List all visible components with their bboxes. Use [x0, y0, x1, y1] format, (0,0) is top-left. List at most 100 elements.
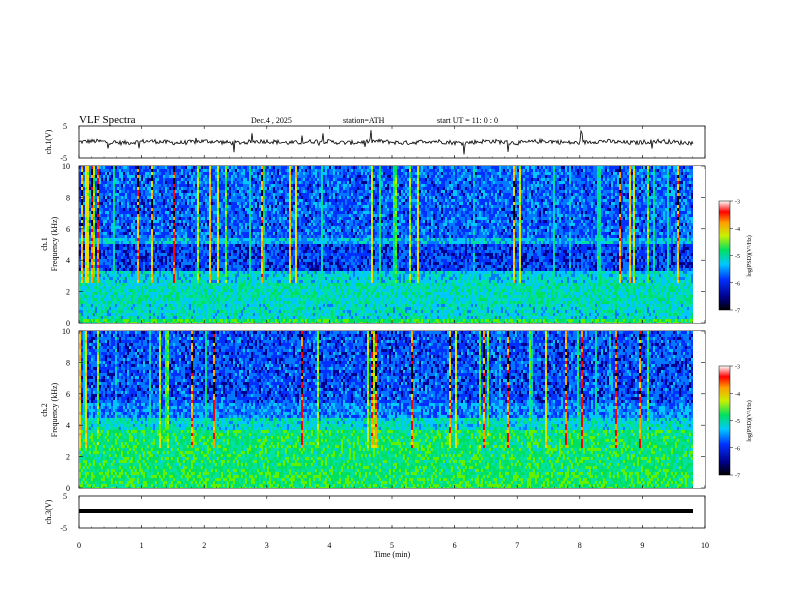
- spec-cell: [321, 211, 323, 214]
- spec-cell: [101, 205, 103, 208]
- spec-cell: [85, 211, 87, 214]
- spec-cell: [645, 202, 647, 205]
- spec-cell: [477, 184, 479, 187]
- spec-cell: [527, 190, 529, 193]
- spec-cell: [273, 208, 275, 211]
- spec-cell: [475, 193, 477, 196]
- spec-cell: [283, 187, 285, 190]
- spec-cell: [575, 187, 577, 190]
- spec-cell: [89, 196, 91, 199]
- spec-cell: [191, 166, 193, 169]
- spec-cell: [385, 178, 387, 181]
- spec-cell: [295, 190, 297, 193]
- spec-cell: [125, 175, 127, 178]
- spec-cell: [553, 187, 555, 190]
- spec-cell: [473, 211, 475, 214]
- spec-cell: [571, 181, 573, 184]
- spec-cell: [587, 178, 589, 181]
- spec-cell: [555, 205, 557, 208]
- spec-cell: [417, 196, 419, 199]
- spec-cell: [461, 166, 463, 169]
- spec-cell: [151, 199, 153, 202]
- spec-cell: [519, 205, 521, 208]
- spec-cell: [441, 178, 443, 181]
- spec-cell: [313, 184, 315, 187]
- spec-cell: [229, 187, 231, 190]
- spec-cell: [447, 169, 449, 172]
- spec-cell: [525, 178, 527, 181]
- spec-cell: [315, 187, 317, 190]
- spec-cell: [269, 166, 271, 169]
- spec-cell: [373, 196, 375, 199]
- spec-cell: [531, 211, 533, 214]
- spec-cell: [237, 166, 239, 169]
- spec-cell: [387, 193, 389, 196]
- spec-cell: [297, 202, 299, 205]
- spec-cell: [647, 193, 649, 196]
- spec-cell: [141, 178, 143, 181]
- spec-cell: [497, 175, 499, 178]
- spec-cell: [555, 169, 557, 172]
- spec-cell: [281, 181, 283, 184]
- spec-cell: [463, 175, 465, 178]
- spec-cell: [553, 172, 555, 175]
- spec-cell: [351, 172, 353, 175]
- spec-cell: [121, 199, 123, 202]
- spec-cell: [207, 172, 209, 175]
- spec-cell: [353, 178, 355, 181]
- spec-cell: [205, 196, 207, 199]
- spec-cell: [121, 178, 123, 181]
- spec-cell: [105, 172, 107, 175]
- spec-cell: [295, 202, 297, 205]
- spec-cell: [661, 172, 663, 175]
- spec-cell: [165, 193, 167, 196]
- spec-cell: [205, 202, 207, 205]
- spec-cell: [681, 166, 683, 169]
- spec-cell: [351, 190, 353, 193]
- spec-cell: [389, 181, 391, 184]
- spec-cell: [547, 181, 549, 184]
- spec-cell: [203, 202, 205, 205]
- spec-cell: [371, 193, 373, 196]
- spec-cell: [451, 211, 453, 214]
- spec-cell: [389, 166, 391, 169]
- spec-cell: [199, 166, 201, 169]
- spec-cell: [475, 199, 477, 202]
- spec-cell: [567, 193, 569, 196]
- spec-cell: [357, 211, 359, 214]
- spec-cell: [433, 202, 435, 205]
- spec-cell: [217, 190, 219, 193]
- spec-cell: [417, 187, 419, 190]
- spec-cell: [113, 169, 115, 172]
- spec-cell: [457, 208, 459, 211]
- spec-cell: [473, 184, 475, 187]
- spec-cell: [495, 172, 497, 175]
- spec-cell: [435, 178, 437, 181]
- spec-cell: [671, 184, 673, 187]
- spec-cell: [673, 181, 675, 184]
- spec-cell: [151, 172, 153, 175]
- spec-cell: [117, 202, 119, 205]
- spec-cell: [103, 211, 105, 214]
- spec-cell: [557, 211, 559, 214]
- spec-cell: [289, 208, 291, 211]
- spec-cell: [585, 175, 587, 178]
- spec-cell: [559, 208, 561, 211]
- spec-cell: [191, 193, 193, 196]
- spec-cell: [493, 178, 495, 181]
- spec-cell: [459, 175, 461, 178]
- spec-cell: [523, 193, 525, 196]
- spec-cell: [583, 208, 585, 211]
- spec-cell: [467, 175, 469, 178]
- spec-cell: [343, 199, 345, 202]
- spec-cell: [687, 181, 689, 184]
- spec-cell: [471, 190, 473, 193]
- spec-cell: [637, 208, 639, 211]
- spec-cell: [389, 208, 391, 211]
- spec-cell: [105, 193, 107, 196]
- spec-cell: [99, 196, 101, 199]
- spec-cell: [151, 193, 153, 196]
- spec-cell: [167, 187, 169, 190]
- spec-cell: [677, 166, 679, 169]
- spec-cell: [611, 175, 613, 178]
